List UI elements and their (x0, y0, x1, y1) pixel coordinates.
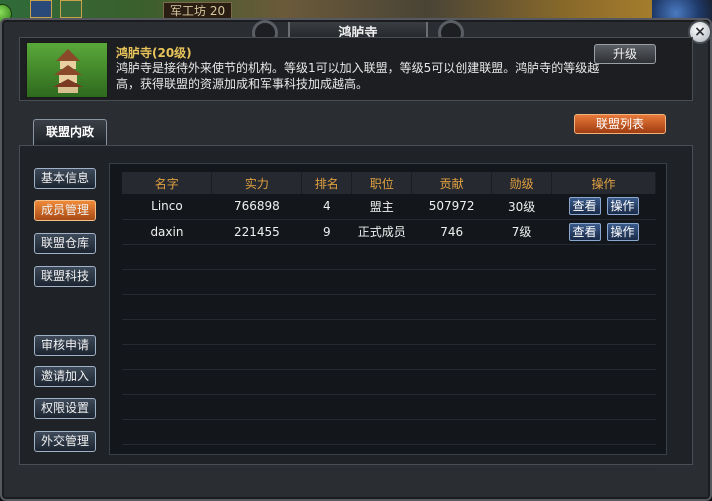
member-position: 正式成员 (351, 219, 412, 245)
pagoda-icon (53, 49, 83, 93)
member-actions: 查看 操作 (551, 194, 656, 220)
empty-row (122, 344, 656, 370)
member-power: 221455 (211, 219, 302, 245)
member-name: daxin (122, 219, 212, 245)
empty-row (122, 319, 656, 345)
member-medal: 30级 (491, 194, 552, 220)
view-button[interactable]: 查看 (568, 197, 601, 216)
column-header-power: 实力 (211, 172, 303, 194)
table-header-row: 名字 实力 排名 职位 贡献 勋级 操作 (122, 172, 656, 194)
building-description: 鸿胪寺是接待外来使节的机构。等级1可以加入联盟，等级5可以创建联盟。鸿胪寺的等级… (116, 61, 600, 91)
sidebar-item-member-management[interactable]: 成员管理 (34, 200, 96, 221)
view-button[interactable]: 查看 (568, 222, 601, 241)
empty-row (122, 444, 656, 470)
member-table-panel: 名字 实力 排名 职位 贡献 勋级 操作 Linco 766898 4 盟主 5… (109, 163, 667, 470)
member-medal: 7级 (491, 219, 552, 245)
building-thumbnail (26, 42, 108, 98)
member-name: Linco (122, 194, 212, 220)
empty-row (122, 369, 656, 395)
column-header-medal: 勋级 (491, 172, 553, 194)
building-title: 鸿胪寺(20级) (116, 46, 192, 60)
member-position: 盟主 (351, 194, 412, 220)
alliance-list-button[interactable]: 联盟列表 (574, 114, 666, 134)
column-header-actions: 操作 (551, 172, 656, 194)
shortcut-icon[interactable] (60, 0, 82, 18)
building-info-panel: 鸿胪寺(20级) 鸿胪寺是接待外来使节的机构。等级1可以加入联盟，等级5可以创建… (19, 37, 693, 101)
table-row[interactable]: Linco 766898 4 盟主 507972 30级 查看 操作 (122, 194, 656, 220)
upgrade-button[interactable]: 升级 (594, 44, 656, 64)
table-row[interactable]: daxin 221455 9 正式成员 746 7级 查看 操作 (122, 219, 656, 245)
empty-row (122, 294, 656, 320)
column-header-contribution: 贡献 (411, 172, 493, 194)
sidebar-item-permissions[interactable]: 权限设置 (34, 398, 96, 419)
member-rank: 9 (301, 219, 352, 245)
sidebar-item-warehouse[interactable]: 联盟仓库 (34, 233, 96, 254)
column-header-rank: 排名 (301, 172, 353, 194)
empty-row (122, 419, 656, 445)
member-contribution: 507972 (411, 194, 492, 220)
sidebar-item-invite[interactable]: 邀请加入 (34, 366, 96, 387)
sidebar-item-basic-info[interactable]: 基本信息 (34, 168, 96, 189)
sidebar-item-technology[interactable]: 联盟科技 (34, 266, 96, 287)
column-header-name: 名字 (122, 172, 213, 194)
sidebar-item-diplomacy[interactable]: 外交管理 (34, 431, 96, 452)
operate-button[interactable]: 操作 (606, 222, 639, 241)
member-table: 名字 实力 排名 职位 贡献 勋级 操作 Linco 766898 4 盟主 5… (122, 172, 656, 470)
member-power: 766898 (211, 194, 302, 220)
member-contribution: 746 (411, 219, 492, 245)
shortcut-icon[interactable] (30, 0, 52, 18)
empty-row (122, 269, 656, 295)
member-actions: 查看 操作 (551, 219, 656, 245)
sidebar-item-review-applications[interactable]: 审核申请 (34, 335, 96, 356)
member-rank: 4 (301, 194, 352, 220)
empty-row (122, 394, 656, 420)
empty-row (122, 244, 656, 270)
tab-alliance-internal[interactable]: 联盟内政 (33, 119, 107, 145)
operate-button[interactable]: 操作 (606, 197, 639, 216)
column-header-position: 职位 (351, 172, 413, 194)
